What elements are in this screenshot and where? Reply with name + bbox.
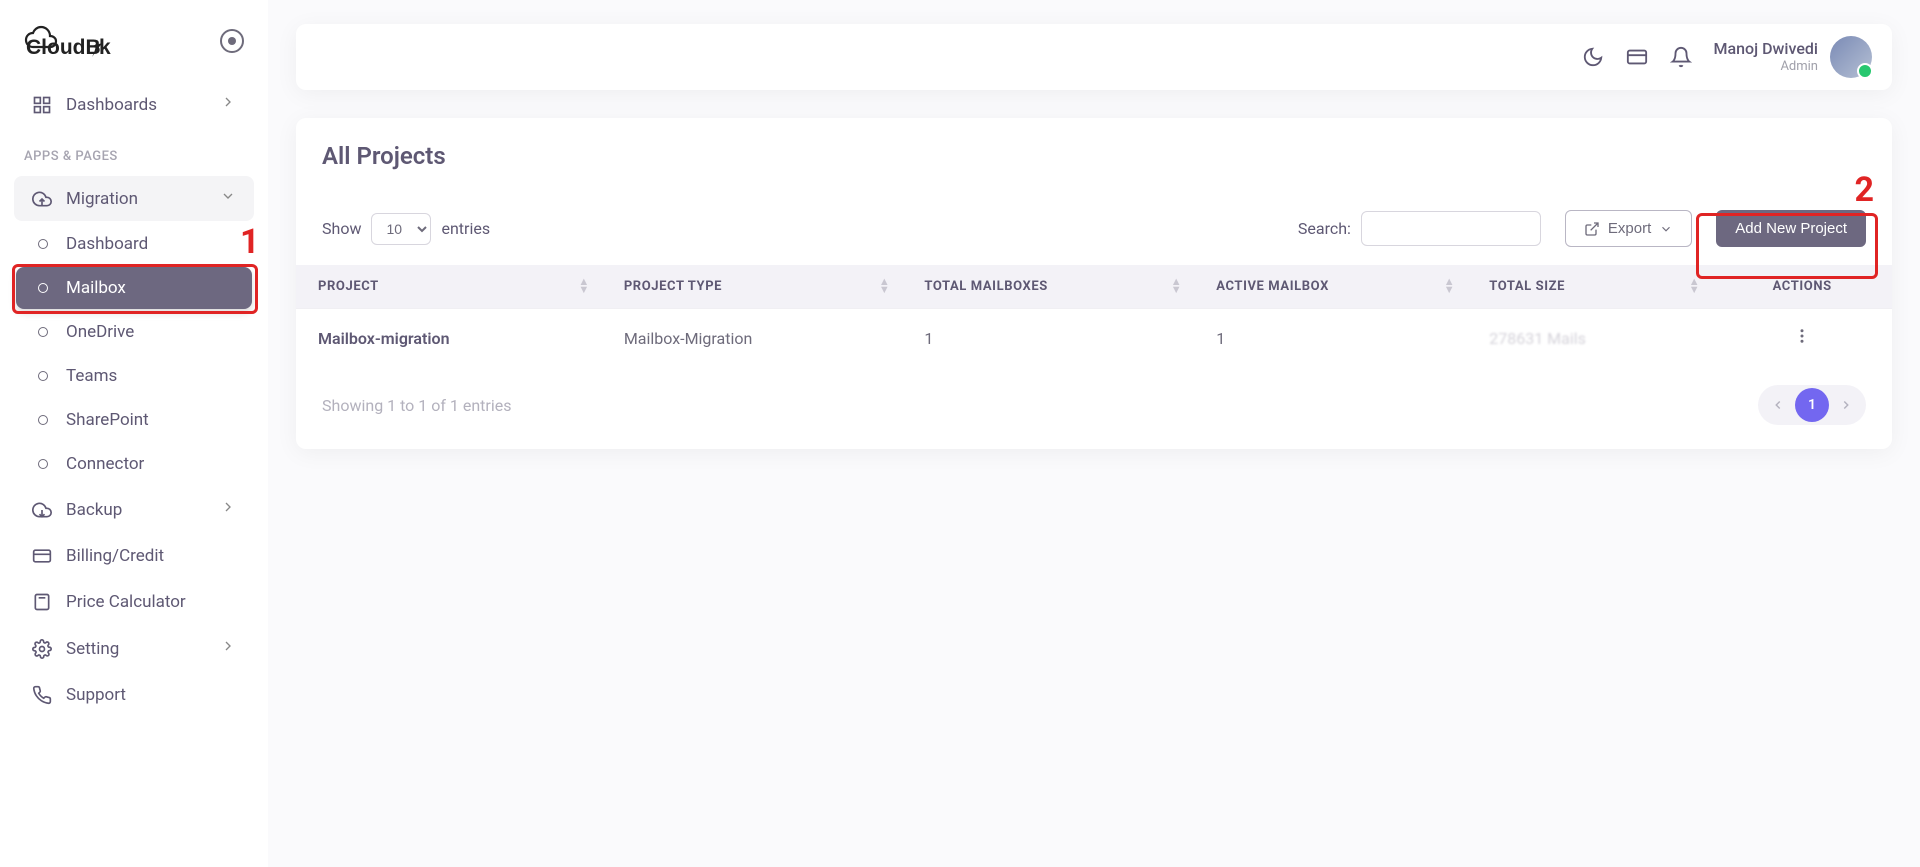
nav-label: Connector bbox=[66, 454, 144, 474]
export-label: Export bbox=[1608, 220, 1651, 237]
page-next[interactable] bbox=[1829, 388, 1863, 422]
nav-sub-sharepoint[interactable]: SharePoint bbox=[16, 399, 252, 441]
user-name: Manoj Dwivedi bbox=[1714, 39, 1819, 59]
projects-card: All Projects Show 10 entries Search: Exp… bbox=[296, 118, 1892, 449]
nav-label: Dashboard bbox=[66, 234, 148, 254]
credit-card-icon bbox=[32, 546, 52, 566]
col-project[interactable]: PROJECT▲▼ bbox=[296, 265, 602, 309]
sort-icon: ▲▼ bbox=[578, 278, 590, 296]
gear-icon bbox=[32, 639, 52, 659]
page-title: All Projects bbox=[322, 142, 1866, 170]
export-button[interactable]: Export bbox=[1565, 210, 1692, 247]
share-icon bbox=[1584, 221, 1600, 237]
phone-icon bbox=[32, 685, 52, 705]
col-active-mailbox[interactable]: ACTIVE MAILBOX▲▼ bbox=[1194, 265, 1467, 309]
col-actions: ACTIONS bbox=[1712, 265, 1892, 309]
table-row: Mailbox-migration Mailbox-Migration 1 1 … bbox=[296, 309, 1892, 368]
cell-total-size: 278631 Mails bbox=[1467, 309, 1712, 368]
dark-mode-toggle[interactable] bbox=[1582, 46, 1604, 68]
nav-sub-onedrive[interactable]: OneDrive bbox=[16, 311, 252, 353]
nav-label: Migration bbox=[66, 189, 138, 209]
sidebar: CloudB k Dashboards APPS & PAGES Migrati… bbox=[0, 0, 268, 867]
svg-text:CloudB: CloudB bbox=[26, 36, 101, 59]
chevron-down-icon bbox=[1659, 222, 1673, 236]
col-total-mailboxes[interactable]: TOTAL MAILBOXES▲▼ bbox=[902, 265, 1194, 309]
add-label: Add New Project bbox=[1735, 220, 1847, 237]
bullet-icon bbox=[38, 415, 48, 425]
bullet-icon bbox=[38, 327, 48, 337]
nav-label: OneDrive bbox=[66, 322, 134, 342]
svg-text:k: k bbox=[99, 36, 111, 59]
search-input[interactable] bbox=[1361, 211, 1541, 246]
user-menu[interactable]: Manoj Dwivedi Admin bbox=[1714, 36, 1873, 78]
nav-sub-dashboard[interactable]: Dashboard bbox=[16, 223, 252, 265]
nav-label: Mailbox bbox=[66, 278, 126, 298]
cell-type: Mailbox-Migration bbox=[602, 309, 903, 368]
show-label: Show bbox=[322, 219, 361, 238]
user-role: Admin bbox=[1714, 59, 1819, 75]
nav-sub-connector[interactable]: Connector bbox=[16, 443, 252, 485]
nav-billing[interactable]: Billing/Credit bbox=[14, 534, 254, 578]
upload-cloud-icon bbox=[32, 189, 52, 209]
nav-sub-teams[interactable]: Teams bbox=[16, 355, 252, 397]
search-label: Search: bbox=[1298, 219, 1351, 238]
nav-backup[interactable]: Backup bbox=[14, 487, 254, 532]
nav-label: Setting bbox=[66, 639, 119, 659]
entries-select[interactable]: 10 bbox=[371, 213, 431, 245]
projects-table: PROJECT▲▼ PROJECT TYPE▲▼ TOTAL MAILBOXES… bbox=[296, 265, 1892, 367]
row-actions-button[interactable] bbox=[1793, 327, 1811, 349]
chevron-right-icon bbox=[220, 94, 236, 115]
showing-text: Showing 1 to 1 of 1 entries bbox=[322, 396, 511, 415]
chevron-down-icon bbox=[220, 188, 236, 209]
download-cloud-icon bbox=[32, 500, 52, 520]
nav-migration[interactable]: Migration bbox=[14, 176, 254, 221]
entries-label: entries bbox=[441, 219, 490, 238]
nav-dashboards[interactable]: Dashboards bbox=[14, 82, 254, 127]
page-prev[interactable] bbox=[1761, 388, 1795, 422]
cell-total-mailboxes: 1 bbox=[902, 309, 1194, 368]
layout-toggle[interactable] bbox=[1626, 46, 1648, 68]
grid-icon bbox=[32, 95, 52, 115]
brand: CloudB k bbox=[0, 12, 268, 80]
chevron-right-icon bbox=[220, 499, 236, 520]
bullet-icon bbox=[38, 283, 48, 293]
main: Manoj Dwivedi Admin All Projects Show 10… bbox=[268, 0, 1920, 867]
calculator-icon bbox=[32, 592, 52, 612]
sidebar-collapse-toggle[interactable] bbox=[220, 29, 244, 53]
bullet-icon bbox=[38, 371, 48, 381]
user-text: Manoj Dwivedi Admin bbox=[1714, 39, 1819, 75]
page-1[interactable]: 1 bbox=[1795, 388, 1829, 422]
nav-setting[interactable]: Setting bbox=[14, 626, 254, 671]
chevron-right-icon bbox=[220, 638, 236, 659]
sort-icon: ▲▼ bbox=[1171, 278, 1183, 296]
notifications-button[interactable] bbox=[1670, 46, 1692, 68]
bullet-icon bbox=[38, 459, 48, 469]
section-header-apps: APPS & PAGES bbox=[0, 129, 268, 174]
add-new-project-button[interactable]: Add New Project bbox=[1716, 210, 1866, 247]
nav-label: SharePoint bbox=[66, 410, 149, 430]
nav-label: Dashboards bbox=[66, 95, 157, 115]
sort-icon: ▲▼ bbox=[879, 278, 891, 296]
nav-label: Teams bbox=[66, 366, 117, 386]
sort-icon: ▲▼ bbox=[1689, 278, 1701, 296]
bullet-icon bbox=[38, 239, 48, 249]
col-total-size[interactable]: TOTAL SIZE▲▼ bbox=[1467, 265, 1712, 309]
table-footer: Showing 1 to 1 of 1 entries 1 bbox=[296, 367, 1892, 449]
nav-price-calculator[interactable]: Price Calculator bbox=[14, 580, 254, 624]
cell-active-mailbox: 1 bbox=[1194, 309, 1467, 368]
topbar: Manoj Dwivedi Admin bbox=[296, 24, 1892, 90]
brand-logo-icon: CloudB k bbox=[22, 22, 142, 60]
nav-label: Price Calculator bbox=[66, 592, 186, 612]
nav-label: Backup bbox=[66, 500, 122, 520]
table-controls: Show 10 entries Search: Export Add New P… bbox=[296, 210, 1892, 265]
sort-icon: ▲▼ bbox=[1444, 278, 1456, 296]
nav-support[interactable]: Support bbox=[14, 673, 254, 717]
nav-label: Billing/Credit bbox=[66, 546, 164, 566]
avatar bbox=[1830, 36, 1872, 78]
nav-sub-mailbox[interactable]: Mailbox bbox=[16, 267, 252, 309]
pagination: 1 bbox=[1758, 385, 1866, 425]
nav-label: Support bbox=[66, 685, 126, 705]
col-project-type[interactable]: PROJECT TYPE▲▼ bbox=[602, 265, 903, 309]
cell-project: Mailbox-migration bbox=[296, 309, 602, 368]
